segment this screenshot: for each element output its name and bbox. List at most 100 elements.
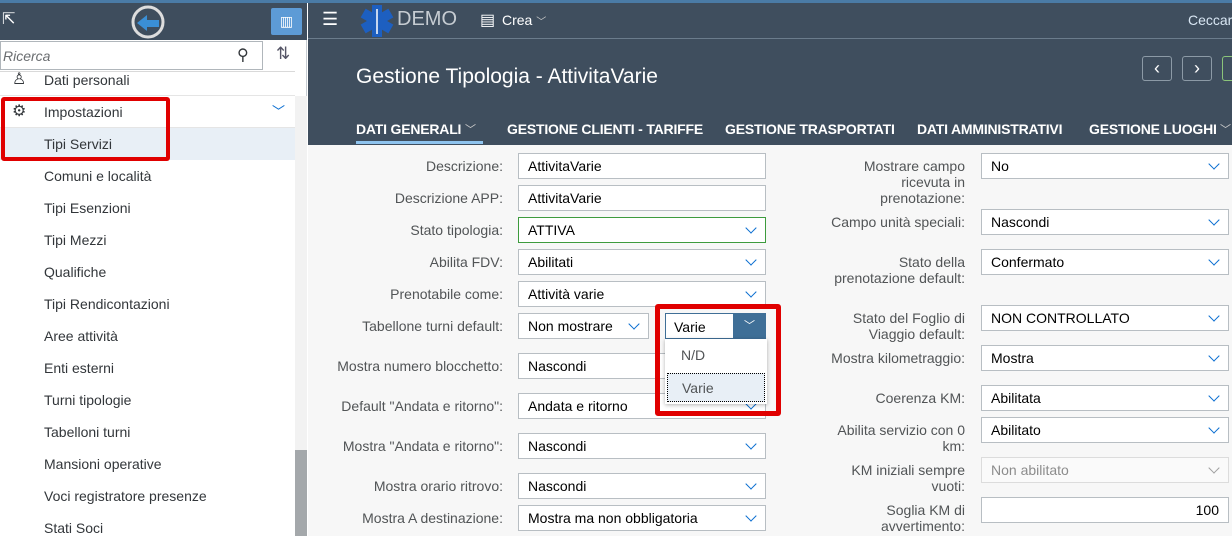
select-input[interactable]: Mostra [981, 345, 1229, 371]
select-input[interactable]: Nascondi [518, 433, 766, 459]
field-label: Mostra "Andata e ritorno": [342, 438, 503, 454]
sidebar-item[interactable]: Enti esterni [0, 352, 295, 384]
field-value: Nascondi [528, 478, 587, 494]
field-value: 100 [1195, 502, 1219, 518]
chevron-down-icon [745, 222, 757, 234]
sidebar-item-label: Aree attività [44, 328, 118, 344]
sidebar-item[interactable]: Tipi Esenzioni [0, 192, 295, 224]
field-label: Coerenza KM: [875, 390, 965, 406]
select-input[interactable]: ATTIVA [518, 217, 766, 243]
dropdown-list: N/D Varie [665, 339, 767, 404]
menu-icon[interactable]: ☰ [322, 9, 338, 30]
tabellone-select-value: Varie [674, 319, 706, 335]
pin-icon[interactable]: ⇱ [2, 9, 15, 29]
chevron-down-icon [1208, 254, 1220, 266]
field-label: Mostra orario ritrovo: [373, 478, 503, 494]
sidebar-item[interactable]: Mansioni operative [0, 448, 295, 480]
create-menu-button[interactable]: Crea ﹀ [502, 12, 546, 28]
sidebar-item[interactable]: Qualifiche [0, 256, 295, 288]
chevron-down-icon [745, 286, 757, 298]
field-label: Campo unità speciali: [831, 214, 965, 230]
field-label: Abilita servizio con 0 km: [837, 422, 965, 454]
sidebar-item-label: Stati Soci [44, 520, 104, 536]
field-label: Mostra kilometraggio: [831, 350, 965, 366]
field-value: Abilitati [528, 254, 574, 270]
sidebar-item-label: Comuni e località [44, 168, 152, 184]
field-label: Tabellone turni default: [362, 318, 503, 334]
field-value: Nascondi [991, 214, 1050, 230]
select-input[interactable]: Abilitato [981, 417, 1229, 443]
previous-button[interactable]: ‹ [1142, 56, 1172, 81]
highlight-box-settings [1, 97, 170, 161]
active-tab-indicator [356, 141, 483, 144]
person-icon: ♙ [12, 71, 27, 88]
field-value: NON CONTROLLATO [991, 310, 1130, 326]
chevron-down-icon[interactable]: ﹀ [272, 96, 285, 128]
chevron-down-icon[interactable]: ﹀ [465, 121, 476, 137]
text-input[interactable]: 100 [981, 497, 1229, 523]
sidebar-item[interactable]: Tabelloni turni [0, 416, 295, 448]
tab-item[interactable]: GESTIONE LUOGHI [1089, 121, 1217, 137]
sidebar-scrollbar-thumb[interactable] [295, 450, 307, 536]
select-input[interactable]: Confermato [981, 249, 1229, 275]
sidebar-item[interactable]: Stati Soci [0, 512, 295, 544]
sidebar-item[interactable]: Tipi Mezzi [0, 224, 295, 256]
select-input[interactable]: Nascondi [518, 473, 766, 499]
select-input[interactable]: Abilitata [981, 385, 1229, 411]
chevron-down-icon [1208, 310, 1220, 322]
select-input[interactable]: Non mostrare [518, 313, 649, 339]
tab-item[interactable]: DATI AMMINISTRATIVI [917, 121, 1062, 137]
save-button[interactable] [1222, 56, 1232, 81]
sidebar-item[interactable]: Comuni e località [0, 160, 295, 192]
select-input[interactable]: NON CONTROLLATO [981, 305, 1229, 331]
field-label: Stato della prenotazione default: [834, 254, 965, 286]
field-label: Mostra A destinazione: [362, 510, 503, 526]
select-input[interactable]: Abilitati [518, 249, 766, 275]
search-icon[interactable]: ⚲ [237, 45, 249, 65]
select-input[interactable]: No [981, 153, 1229, 179]
chevron-down-icon: ﹀ [536, 17, 547, 28]
sidebar-item-label: Mansioni operative [44, 456, 162, 472]
tab-item[interactable]: GESTIONE CLIENTI - TARIFFE [507, 121, 703, 137]
app-logo-icon [131, 5, 165, 39]
field-value: Mostra ma non obbligatoria [528, 510, 698, 526]
sidebar-item[interactable]: Turni tipologie [0, 384, 295, 416]
field-label: Descrizione: [425, 158, 503, 174]
field-label: Mostrare campo ricevuta in prenotazione: [863, 158, 965, 206]
field-value: Attività varie [528, 286, 605, 302]
field-label: Default "Andata e ritorno": [341, 398, 503, 414]
next-button[interactable]: › [1182, 56, 1212, 81]
text-input[interactable]: AttivitaVarie [518, 185, 766, 211]
sidebar-item[interactable]: Aree attività [0, 320, 295, 352]
dropdown-option-nd[interactable]: N/D [681, 347, 705, 363]
chevron-down-icon [1208, 350, 1220, 362]
field-value: Non mostrare [528, 318, 613, 334]
sidebar-item[interactable]: Dati personali ♙ [0, 64, 295, 96]
field-value: Abilitata [991, 390, 1041, 406]
chevron-down-icon[interactable]: ﹀ [733, 314, 766, 338]
select-input[interactable]: Mostra ma non obbligatoria [518, 505, 766, 531]
star-of-life-logo-icon [360, 5, 394, 37]
sidebar-item[interactable]: Voci registratore presenze [0, 480, 295, 512]
sidebar-item[interactable]: Tipi Rendicontazioni [0, 288, 295, 320]
tab-item[interactable]: GESTIONE TRASPORTATI [725, 121, 895, 137]
divider [308, 38, 1232, 39]
chevron-down-icon[interactable]: ﹀ [1220, 121, 1231, 137]
page-title: Gestione Tipologia - AttivitaVarie [356, 65, 658, 88]
user-name[interactable]: Ceccar [1188, 12, 1232, 28]
field-label: Stato tipologia: [410, 222, 503, 238]
sort-icon[interactable]: ⇅ [276, 44, 290, 64]
app-name: DEMO [397, 8, 457, 30]
field-label: Mostra numero blocchetto: [337, 358, 503, 374]
tabellone-select[interactable]: Varie ﹀ [665, 313, 766, 339]
tab-item[interactable]: DATI GENERALI [356, 121, 461, 137]
field-label: Prenotabile come: [390, 286, 503, 302]
chevron-down-icon [628, 318, 640, 330]
chevron-down-icon [745, 510, 757, 522]
text-input[interactable]: AttivitaVarie [518, 153, 766, 179]
sidebar-item-label: Tipi Esenzioni [44, 200, 131, 216]
field-value: ATTIVA [528, 222, 575, 238]
select-input[interactable]: Nascondi [981, 209, 1229, 235]
dropdown-option-varie[interactable]: Varie [667, 373, 765, 402]
barcode-button[interactable]: ▥ [271, 8, 302, 35]
